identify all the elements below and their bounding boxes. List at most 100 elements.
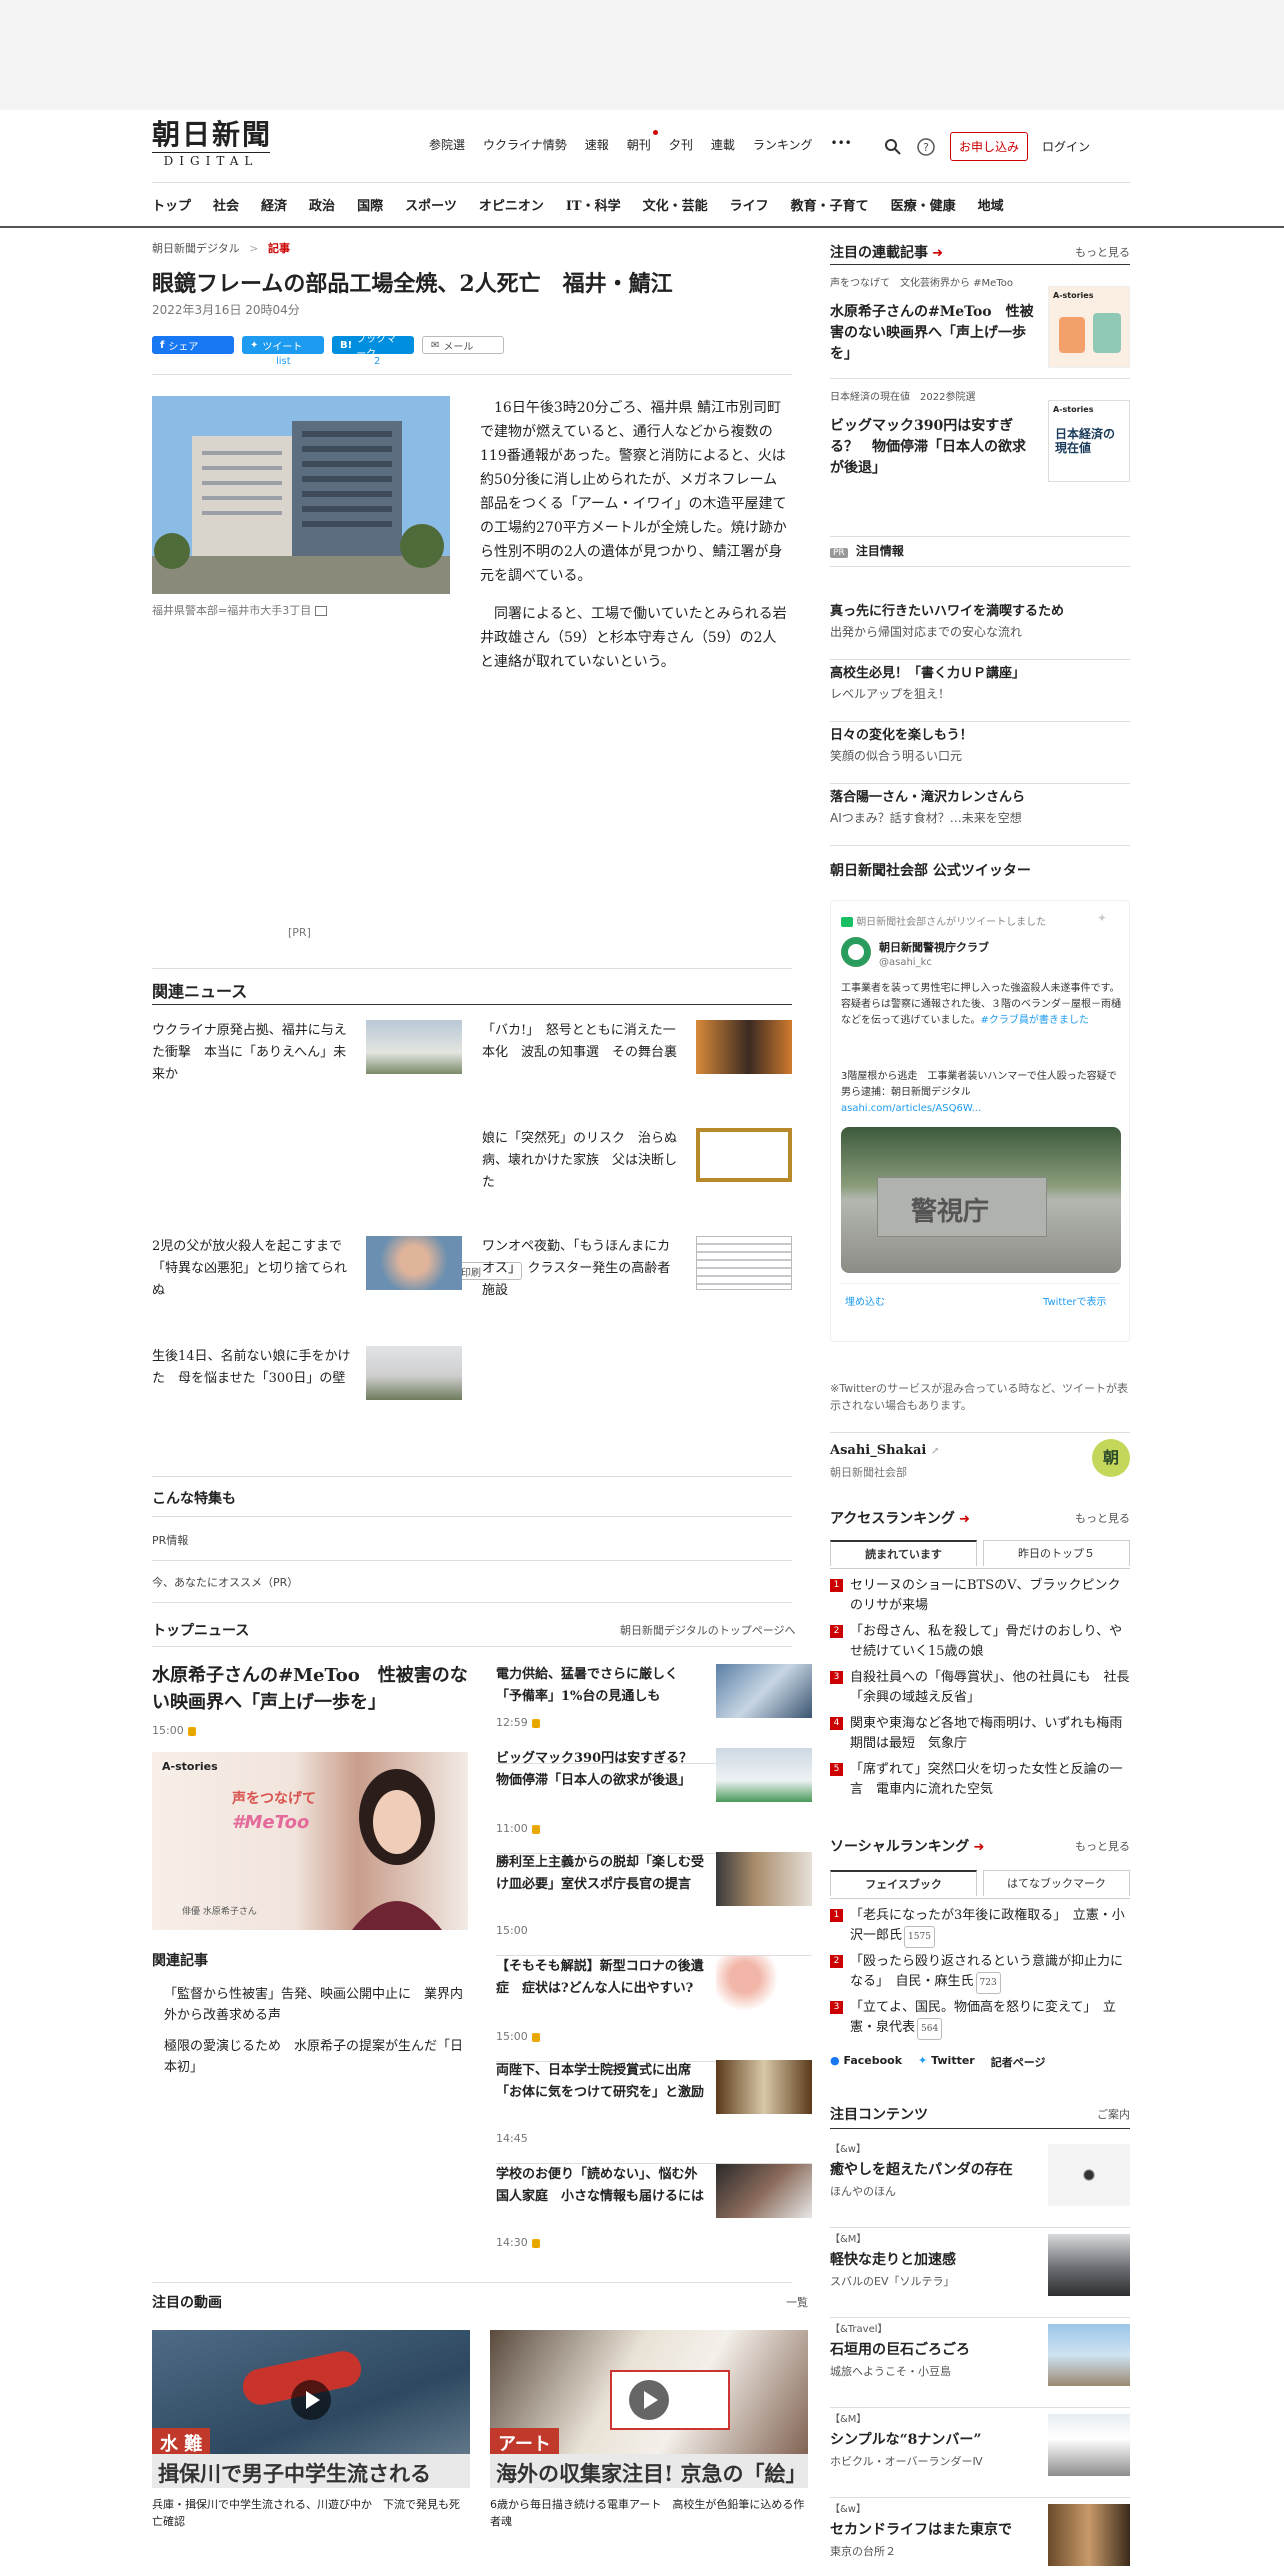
top-news-item-time: 15:00 [496,1924,528,1937]
nav-item[interactable]: 政治 [298,195,346,214]
attention-item[interactable]: 落合陽一さん・滝沢カレンさんら AIつまみ？話す食材？…未来を空想 [830,786,1130,846]
tweet-count[interactable]: list [276,356,291,367]
content-item[interactable]: 【&w】 セカンドライフはまた東京で 東京の台所２ [830,2500,1130,2568]
nav-item[interactable]: IT・科学 [555,195,632,214]
account-id[interactable]: Asahi_Shakai ↗ [830,1443,1130,1458]
tweet-link[interactable]: asahi.com/articles/ASQ6W... [841,1103,981,1114]
nav-item[interactable]: 教育・子育て [780,195,880,214]
account-name[interactable]: 朝日新聞警視庁クラブ [879,939,989,955]
breadcrumb-home[interactable]: 朝日新聞デジタル [152,242,240,255]
article-photo[interactable] [152,396,450,594]
nav-item[interactable]: 社会 [202,195,250,214]
video-card[interactable]: アート 海外の収集家注目! 京急の「絵」 6歳から毎日描き続ける電車アート 高校… [490,2330,808,2530]
related-news-item[interactable]: 生後14日、名前ない娘に手をかけた 母を悩ませた「300日」の壁 [152,1346,462,1406]
ranking-item[interactable]: 5 「席ずれて」突然口火を切った女性と反論の一言 電車内に流れた空気 [830,1760,1130,1800]
play-icon[interactable] [291,2380,331,2420]
view-on-twitter-link[interactable]: Twitterで表示 [1043,1293,1107,1308]
series-more-link[interactable]: もっと見る [1075,244,1130,260]
facebook-link[interactable]: ● Facebook [830,2054,902,2074]
mail-button[interactable]: ✉ メール [422,336,504,354]
bookmark-count[interactable]: 2 [374,356,380,367]
account-avatar[interactable] [841,937,871,967]
tab-most-read[interactable]: 読まれています [830,1540,977,1566]
nav-item[interactable]: オピニオン [468,195,555,214]
nav-item[interactable]: 医療・健康 [880,195,967,214]
series-item[interactable]: 日本経済の現在値 2022参院選 ビッグマック390円は安すぎる？ 物価停滞「日… [830,392,1130,502]
nav-item[interactable]: 経済 [250,195,298,214]
site-logo[interactable]: 朝日新聞 DIGITAL [152,120,282,168]
top-news-more-link[interactable]: 朝日新聞デジタルのトップページへ [620,1622,796,1638]
related-news-item[interactable]: 娘に「突然死」のリスク 治らぬ病、壊れかけた家族 父は決断した [482,1128,792,1190]
series-item[interactable]: 声をつなげて 文化芸術界から #MeToo 水原希子さんの#MeToo 性被害の… [830,278,1130,388]
reporter-page-link[interactable]: 記者ページ [991,2054,1046,2074]
ranking-item[interactable]: 4 関東や東海など各地で梅雨明け、いずれも梅雨期間は最短 気象庁 [830,1714,1130,1754]
top-news-lead-image[interactable]: A-stories 声をつなげて #MeToo 俳優 水原希子さん [152,1752,468,1930]
hatena-bookmark-button[interactable]: B! ブックマーク [332,334,414,360]
subscribe-button[interactable]: お申し込み [950,132,1029,161]
util-nav-item[interactable]: 連載 [702,136,744,153]
content-item[interactable]: 【&Travel】 石垣用の巨石ごろごろ 城旅へようこそ・小豆島 [830,2320,1130,2408]
social-ranking-item[interactable]: 3 「立てよ、国民。物価高を怒りに変えて」 立憲・泉代表 564 [830,1998,1130,2040]
social-more-link[interactable]: もっと見る [1075,1838,1130,1854]
top-news-item[interactable]: ビッグマック390円は安すぎる？ 物価停滞「日本人の欲求が後退」 11:00 [496,1748,812,1854]
social-ranking-item[interactable]: 2 「殴ったら殴り返されるという意識が抑止力になる」 自民・麻生氏 723 [830,1952,1130,1994]
content-item[interactable]: 【&M】 軽快な走りと加速感 スバルのEV「ソルテラ」 [830,2230,1130,2318]
util-nav-item[interactable]: 夕刊 [660,136,702,153]
nav-item[interactable]: 文化・芸能 [632,195,719,214]
related-news-item[interactable]: 2児の父が放火殺人を起こすまで 「特異な凶悪犯」と切り捨てられぬ [152,1236,462,1298]
util-nav-item[interactable]: 速報 [576,136,618,153]
nav-item[interactable]: ライフ [719,195,780,214]
embed-link[interactable]: 埋め込む [845,1293,885,1308]
divider [830,536,1130,537]
related-article-link[interactable]: 「監督から性被害」告発、映画公開中止に 業界内外から改善求める声 [152,1984,468,2026]
twitter-link[interactable]: ✦ Twitter [918,2054,975,2074]
facebook-share-button[interactable]: f シェア [152,336,234,354]
contents-guide-link[interactable]: ご案内 [1097,2106,1130,2122]
tab-facebook[interactable]: フェイスブック [830,1870,977,1896]
search-icon[interactable] [884,138,902,156]
attention-item[interactable]: 真っ先に行きたいハワイを満喫するため 出発から帰国対応までの安心な流れ [830,600,1130,660]
play-icon[interactable] [629,2380,669,2420]
nav-item[interactable]: 国際 [346,195,394,214]
nav-item-top[interactable]: トップ [152,195,202,214]
util-nav-item[interactable]: ランキング [744,136,822,153]
tweet-hashtag[interactable]: #クラブ員が書きました [981,1015,1089,1026]
tweet-button[interactable]: ✦ ツイート [242,336,324,354]
top-news-item[interactable]: 【そもそも解説】新型コロナの後遺症 症状は?どんな人に出やすい? 15:00 [496,1956,812,2062]
related-news-item[interactable]: ワンオペ夜勤、「もうほんまにカオス」 クラスター発生の高齢者施設 [482,1236,792,1298]
top-news-item[interactable]: 両陛下、日本学士院授賞式に出席 「お体に気をつけて研究を」と激励 14:45 [496,2060,812,2164]
ranking-item[interactable]: 2 「お母さん、私を殺して」骨だけのおしり、やせ続けていく15歳の娘 [830,1622,1130,1662]
util-nav-item[interactable]: 参院選 [420,136,474,153]
help-icon[interactable]: ? [916,137,936,157]
content-item[interactable]: 【&w】 癒やしを超えたパンダの存在 ほんやのほん [830,2140,1130,2228]
nav-item[interactable]: 地域 [967,195,1015,214]
a-stories-badge: A-stories [162,1760,218,1773]
attention-item[interactable]: 日々の変化を楽しもう！ 笑顔の似合う明るい口元 [830,724,1130,784]
attention-item[interactable]: 高校生必見！「書く力ＵＰ講座」 レベルアップを狙え！ [830,662,1130,722]
content-item[interactable]: 【&M】 シンプルな“8ナンバー” ホビクル・オーバーランダーⅣ [830,2410,1130,2498]
tweet-image[interactable]: 警視庁 [841,1127,1121,1273]
top-news-item[interactable]: 勝利至上主義からの脱却「楽しむ受け皿必要」室伏スポ庁長官の提言 15:00 [496,1852,812,1956]
util-nav-item[interactable]: ウクライナ情勢 [474,136,576,153]
ranking-item[interactable]: 1 セリーヌのショーにBTSのV、ブラックピンクのリサが来場 [830,1576,1130,1616]
related-news-item[interactable]: ウクライナ原発占拠、福井に与えた衝撃 本当に「ありえへん」未来か [152,1020,462,1082]
more-menu-icon[interactable]: ••• [821,136,860,153]
tab-yesterday-top5[interactable]: 昨日のトップ５ [983,1540,1130,1566]
video-card[interactable]: 水 難 揖保川で男子中学生流される 兵庫・揖保川で中学生流される、川遊び中か 下… [152,2330,470,2530]
access-more-link[interactable]: もっと見る [1075,1510,1130,1526]
twitter-bird-icon[interactable]: ✦ [1097,911,1107,925]
ranking-item[interactable]: 3 自殺社員への「侮辱賞状」、他の社員にも 社長「余興の域越え反省」 [830,1668,1130,1708]
util-nav-item[interactable]: 朝刊 [618,130,660,153]
videos-more-link[interactable]: 一覧 [786,2294,808,2310]
pr-badge: PR [830,548,848,558]
top-news-item[interactable]: 学校のお便り「読めない」、悩む外国人家庭 小さな情報も届けるには 14:30 [496,2164,812,2260]
login-link[interactable]: ログイン [1042,138,1090,155]
related-article-link[interactable]: 極限の愛演じるため 水原希子の提案が生んだ「日本初」 [152,2036,468,2078]
social-ranking-item[interactable]: 1 「老兵になったが3年後に政権取る」 立憲・小沢一郎氏 1575 [830,1906,1130,1948]
account-handle[interactable]: @asahi_kc [879,957,932,968]
top-news-lead-title[interactable]: 水原希子さんの#MeToo 性被害のない映画界へ「声上げ一歩を」 [152,1662,468,1716]
tab-hatena[interactable]: はてなブックマーク [983,1870,1130,1896]
nav-item[interactable]: スポーツ [394,195,468,214]
photo-expand-icon[interactable] [314,606,327,616]
related-news-item[interactable]: 「バカ!」 怒号とともに消えた一本化 波乱の知事選 その舞台裏 [482,1020,792,1080]
